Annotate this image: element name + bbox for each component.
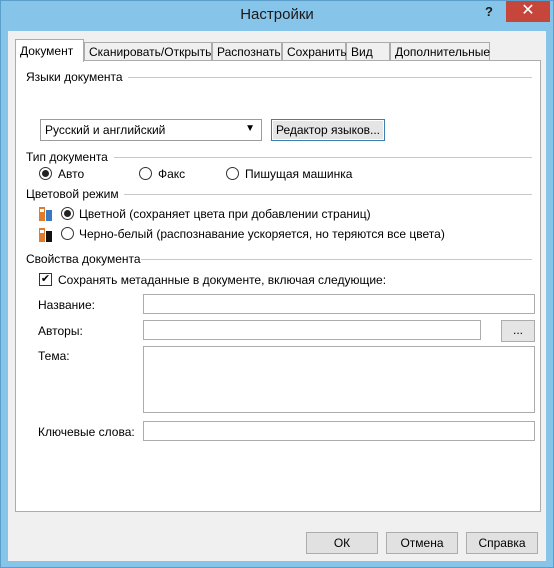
help-button[interactable]: Справка [466, 532, 538, 554]
group-divider [128, 77, 532, 78]
tab-document[interactable]: Документ [15, 39, 84, 62]
group-divider [114, 157, 532, 158]
tab-panel-document: Языки документа Русский и английский ▼ Р… [15, 60, 541, 512]
authors-input[interactable] [143, 320, 481, 340]
save-metadata-checkbox[interactable]: ✔ [39, 273, 52, 286]
window-title: Настройки [240, 6, 314, 23]
settings-dialog: Настройки ? ✕ Документ Сканировать/Откры… [0, 0, 554, 568]
subject-label: Тема: [38, 349, 70, 363]
radio-fax[interactable] [139, 167, 152, 180]
radio-typewriter-label[interactable]: Пишущая машинка [245, 167, 352, 181]
language-select[interactable]: Русский и английский ▼ [40, 119, 262, 141]
group-divider [141, 259, 532, 260]
group-title-doc-type: Тип документа [26, 150, 108, 164]
save-metadata-label[interactable]: Сохранять метаданные в документе, включа… [58, 273, 386, 287]
cancel-button[interactable]: Отмена [386, 532, 458, 554]
dialog-client-area: Документ Сканировать/Открыть Распознать … [8, 31, 546, 561]
radio-auto-label[interactable]: Авто [58, 167, 84, 181]
name-label: Название: [38, 298, 95, 312]
title-bar[interactable]: Настройки ? ✕ [1, 1, 553, 31]
group-divider [124, 194, 532, 195]
keywords-input[interactable] [143, 421, 535, 441]
ok-button[interactable]: ОК [306, 532, 378, 554]
bw-mode-icon [39, 228, 52, 242]
tab-view[interactable]: Вид [346, 42, 390, 61]
radio-bw[interactable] [61, 227, 74, 240]
tab-save[interactable]: Сохранить [282, 42, 347, 61]
group-title-color-mode: Цветовой режим [26, 187, 119, 201]
color-mode-icon [39, 207, 52, 221]
help-title-button[interactable]: ? [473, 1, 505, 22]
name-input[interactable] [143, 294, 535, 314]
tab-recognize[interactable]: Распознать [212, 42, 282, 61]
authors-label: Авторы: [38, 324, 83, 338]
authors-browse-button[interactable]: ... [501, 320, 535, 342]
language-editor-button[interactable]: Редактор языков... [271, 119, 385, 141]
radio-bw-label[interactable]: Черно-белый (распознавание ускоряется, н… [79, 227, 445, 241]
close-icon: ✕ [521, 2, 535, 19]
group-title-properties: Свойства документа [26, 252, 141, 266]
close-button[interactable]: ✕ [506, 1, 550, 22]
chevron-down-icon: ▼ [245, 123, 255, 134]
radio-auto[interactable] [39, 167, 52, 180]
radio-typewriter[interactable] [226, 167, 239, 180]
keywords-label: Ключевые слова: [38, 425, 135, 439]
subject-textarea[interactable] [143, 346, 535, 413]
radio-color[interactable] [61, 207, 74, 220]
radio-fax-label[interactable]: Факс [158, 167, 185, 181]
group-title-languages: Языки документа [26, 70, 123, 84]
tab-scan-open[interactable]: Сканировать/Открыть [84, 42, 212, 61]
tab-advanced[interactable]: Дополнительные [390, 42, 490, 61]
radio-color-label[interactable]: Цветной (сохраняет цвета при добавлении … [79, 207, 371, 221]
language-select-value: Русский и английский [45, 123, 166, 137]
